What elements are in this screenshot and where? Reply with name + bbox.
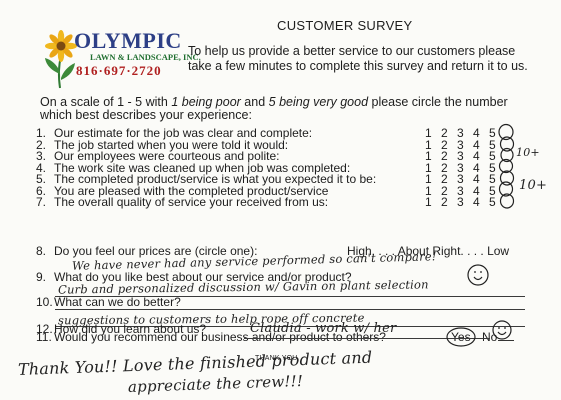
- answer-line: [244, 338, 490, 339]
- rated-question: 7. The overall quality of service your re…: [36, 195, 328, 209]
- survey-title: CUSTOMER SURVEY: [277, 18, 413, 33]
- company-logo: OLYMPIC LAWN & LANDSCAPE, INC. 816·697·2…: [40, 28, 201, 90]
- intro-text: To help us provide a better service to o…: [188, 44, 528, 73]
- logo-phone-number: 816·697·2720: [76, 63, 162, 78]
- rating-instructions: On a scale of 1 - 5 with 1 being poor an…: [40, 96, 510, 122]
- rating-option[interactable]: 1: [425, 195, 441, 209]
- question-number: 8.: [36, 244, 47, 258]
- rating-scale: 12345: [425, 195, 505, 209]
- logo-company-name: OLYMPIC: [74, 28, 182, 53]
- q12-handwritten-answer: Claudia - work w/ her: [250, 321, 397, 336]
- smiley-face-icon: [467, 264, 489, 286]
- recommend-no-label: No: [482, 330, 498, 344]
- question-12: 12.How did you learn about us?: [36, 322, 206, 336]
- rating-option[interactable]: 5: [489, 195, 505, 209]
- rating-option[interactable]: 2: [441, 195, 457, 209]
- question-number: 12.: [36, 322, 53, 336]
- instructions-good: 5 being very good: [268, 95, 369, 109]
- rating-option[interactable]: 3: [457, 195, 473, 209]
- question-number: 7.: [36, 195, 47, 209]
- instructions-poor: 1 being poor: [171, 95, 241, 109]
- instructions-part1: On a scale of 1 - 5 with: [40, 95, 172, 109]
- answer-line: [55, 309, 525, 310]
- recommend-yes-option[interactable]: Yes: [451, 330, 471, 344]
- survey-page: CUSTOMER SURVEY OLYMPIC LAWN & LANDSCAPE…: [0, 0, 561, 400]
- instructions-part2: and: [240, 95, 269, 109]
- question-text: What can we do better?: [54, 295, 181, 309]
- question-number: 10.: [36, 295, 53, 309]
- logo-company-subtitle: LAWN & LANDSCAPE, INC.: [90, 52, 201, 62]
- closing-note-line-2: appreciate the crew!!!: [127, 371, 304, 396]
- question-text: The overall quality of service your rece…: [54, 195, 329, 209]
- closing-note-line-1: Thank You!! Love the finished product an…: [17, 347, 373, 379]
- handwritten-10plus-mark: 10+: [516, 146, 540, 159]
- question-text: How did you learn about us?: [54, 322, 207, 336]
- question-10: 10.What can we do better?: [36, 295, 181, 309]
- recommend-no-option[interactable]: No: [482, 330, 515, 344]
- rating-option[interactable]: 4: [473, 195, 489, 209]
- handwritten-10plus-mark: 10+: [519, 178, 548, 193]
- question-number: 9.: [36, 270, 47, 284]
